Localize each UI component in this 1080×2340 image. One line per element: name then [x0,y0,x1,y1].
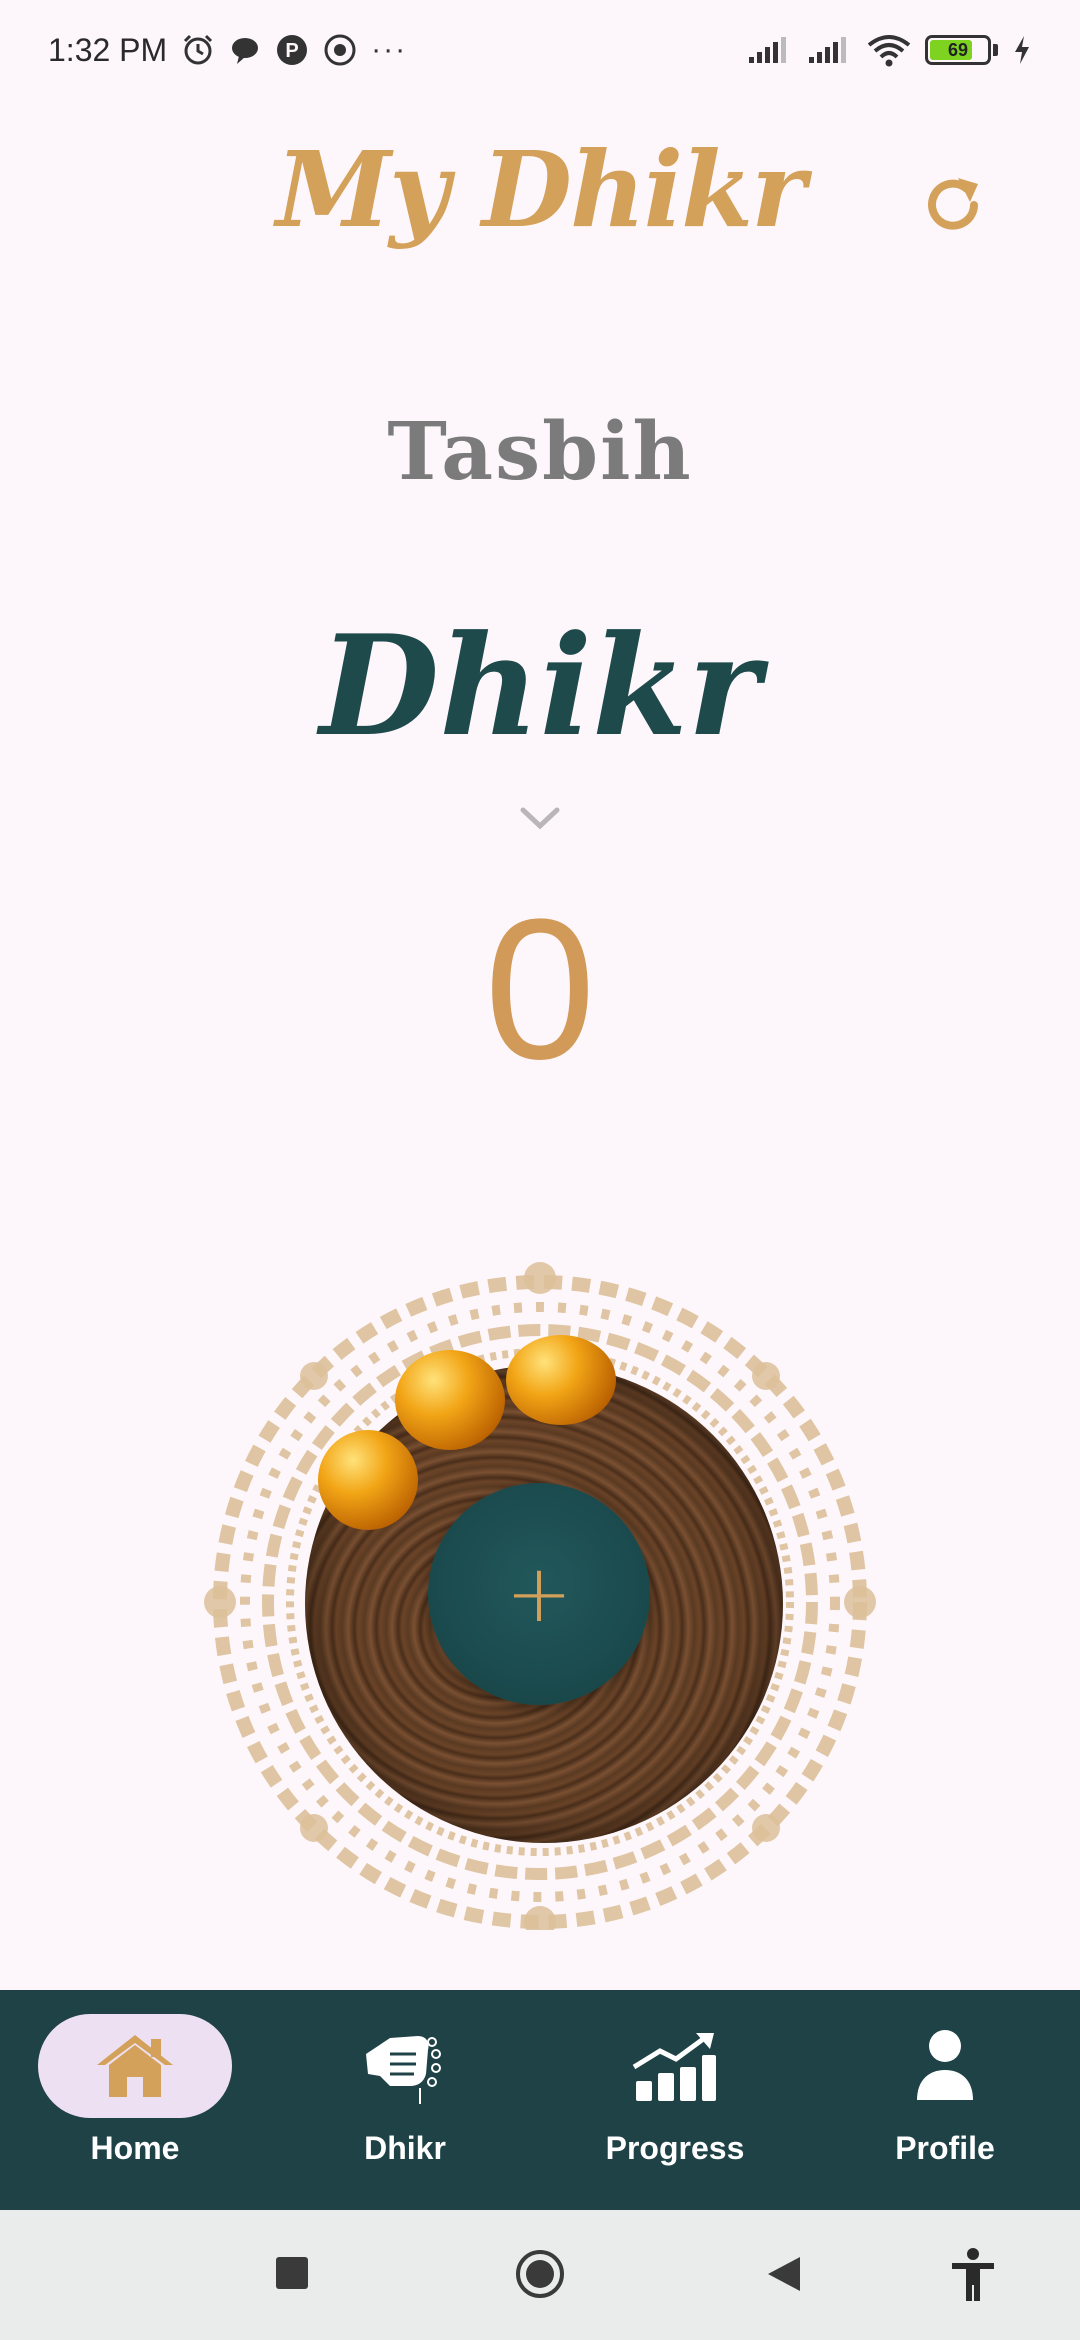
bead-1 [395,1350,505,1450]
battery-nub [993,44,998,56]
nav-label-progress: Progress [605,2130,745,2166]
system-home-button[interactable] [514,2248,566,2300]
svg-text:P: P [286,40,299,62]
charging-icon [1012,34,1032,66]
chevron-down-icon [520,807,560,830]
back-icon [768,2257,800,2291]
profile-icon [917,2030,973,2100]
nav-pill [308,2014,502,2118]
bead-3 [318,1430,418,1530]
wifi-icon [867,33,911,67]
circle-app-icon [323,33,357,67]
p-app-icon: P [275,33,309,67]
nav-active-pill [38,2014,232,2118]
home-icon [97,2035,173,2097]
status-bar: 1:32 PM P ··· 69 [0,0,1080,100]
bottom-nav: Home Dhikr Progress Profile [0,1990,1080,2210]
signal-icon [747,35,793,65]
dhikr-selector[interactable]: Dhikr [0,604,1080,767]
tasbih-graphic: + [190,1230,890,1930]
battery-icon: 69 [925,35,991,65]
page-subtitle: Tasbih [387,404,693,498]
add-count-button[interactable]: + [428,1483,650,1705]
nav-pill [848,2014,1042,2118]
battery-level: 69 [947,39,969,60]
dhikr-dropdown-button[interactable] [516,795,564,843]
home-circle-icon [516,2250,564,2298]
accessibility-icon [952,2248,994,2301]
nav-label-profile: Profile [895,2130,995,2166]
nav-item-profile[interactable]: Profile [810,1990,1080,2210]
recents-button[interactable] [274,2255,310,2291]
refresh-icon [928,178,978,230]
nav-item-home[interactable]: Home [0,1990,270,2210]
status-time: 1:32 PM [48,31,168,68]
recents-icon [276,2257,308,2289]
bead-2 [506,1335,616,1425]
plus-icon: + [505,1547,573,1640]
status-left: 1:32 PM P ··· [48,32,407,69]
nav-label-dhikr: Dhikr [364,2130,446,2166]
refresh-button[interactable] [916,168,990,242]
dhikr-counter: 0 [484,878,596,1101]
tasbih-hand-icon [366,2036,441,2104]
accessibility-button[interactable] [948,2246,998,2304]
alarm-icon [181,33,215,67]
chat-bubble-icon [229,34,261,66]
system-nav-bar [0,2210,1080,2340]
nav-item-progress[interactable]: Progress [540,1990,810,2210]
nav-label-home: Home [90,2130,180,2166]
overflow-dots: ··· [371,33,408,66]
back-button[interactable] [764,2254,804,2294]
progress-chart-icon [632,2033,716,2101]
signal-icon [807,35,853,65]
nav-item-dhikr[interactable]: Dhikr [270,1990,540,2210]
status-right: 69 [747,33,1032,67]
nav-pill [578,2014,772,2118]
